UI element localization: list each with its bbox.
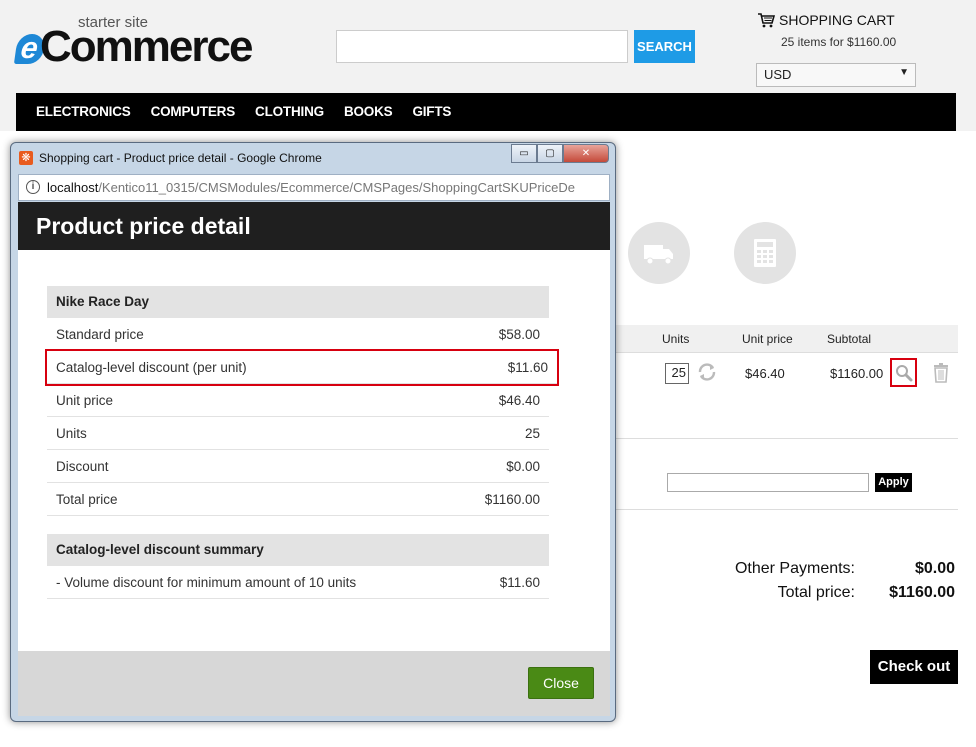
shopping-cart-link[interactable]: SHOPPING CART bbox=[757, 12, 895, 28]
price-row: Unit price $46.40 bbox=[47, 384, 549, 417]
dialog-title: Product price detail bbox=[36, 213, 251, 239]
summary-row: - Volume discount for minimum amount of … bbox=[47, 566, 549, 599]
row-label: Total price bbox=[56, 492, 118, 507]
minimize-button[interactable]: ▭ bbox=[511, 144, 537, 163]
price-row: Total price $1160.00 bbox=[47, 483, 549, 516]
nav-item-clothing[interactable]: CLOTHING bbox=[245, 93, 334, 131]
column-subtotal: Subtotal bbox=[827, 332, 872, 346]
cart-summary: 25 items for $1160.00 bbox=[781, 35, 897, 49]
logo-word: Commerce bbox=[40, 22, 253, 71]
row-value: $11.60 bbox=[499, 575, 540, 590]
coupon-area: Apply bbox=[612, 440, 958, 510]
row-value: $0.00 bbox=[506, 459, 540, 474]
cart-label: SHOPPING CART bbox=[779, 12, 895, 28]
dialog-footer: Close bbox=[18, 651, 610, 716]
nav-item-electronics[interactable]: ELECTRONICS bbox=[26, 93, 141, 131]
shipping-step-icon bbox=[628, 222, 690, 284]
subtotal-value: $1160.00 bbox=[830, 366, 884, 381]
dialog-header: Product price detail bbox=[18, 202, 610, 250]
row-value: $11.60 bbox=[507, 360, 548, 375]
discount-summary-title: Catalog-level discount summary bbox=[47, 534, 549, 566]
info-icon[interactable]: i bbox=[26, 180, 40, 194]
row-label: Unit price bbox=[56, 393, 114, 408]
app-icon: ❋ bbox=[19, 151, 33, 165]
column-unit-price: Unit price bbox=[742, 332, 793, 346]
window-close-button[interactable]: ✕ bbox=[563, 144, 609, 163]
coupon-code-input[interactable] bbox=[667, 473, 869, 492]
dropdown-arrow-icon: ▼ bbox=[899, 67, 909, 78]
price-row: Discount $0.00 bbox=[47, 450, 549, 483]
search-button[interactable]: SEARCH bbox=[634, 30, 695, 63]
cart-icon bbox=[757, 12, 775, 28]
currency-select[interactable]: USD ▼ bbox=[756, 63, 916, 87]
url-path: /Kentico11_0315/CMSModules/Ecommerce/CMS… bbox=[98, 180, 575, 195]
main-navigation: ELECTRONICS COMPUTERS CLOTHING BOOKS GIF… bbox=[16, 93, 956, 131]
site-header: starter site e Commerce SEARCH SHOPPING … bbox=[0, 0, 976, 131]
price-row: Units 25 bbox=[47, 417, 549, 450]
site-logo[interactable]: starter site e Commerce bbox=[13, 14, 286, 74]
checkout-button[interactable]: Check out bbox=[870, 650, 958, 684]
unit-price-value: $46.40 bbox=[745, 366, 785, 381]
price-row-highlighted: Catalog-level discount (per unit) $11.60 bbox=[45, 349, 559, 386]
nav-item-gifts[interactable]: GIFTS bbox=[402, 93, 461, 131]
apply-coupon-button[interactable]: Apply bbox=[875, 473, 912, 492]
magnifier-icon bbox=[896, 365, 913, 382]
row-label: - Volume discount for minimum amount of … bbox=[56, 575, 357, 590]
search-input[interactable] bbox=[336, 30, 628, 63]
price-detail-table: Nike Race Day Standard price $58.00 Cata… bbox=[45, 286, 559, 599]
units-input[interactable]: 25 bbox=[665, 363, 689, 384]
cart-item-row: 25 $46.40 $1160.00 bbox=[612, 353, 958, 439]
trash-icon[interactable] bbox=[932, 363, 950, 386]
other-payments-value: $0.00 bbox=[914, 560, 955, 577]
total-price-value: $1160.00 bbox=[889, 584, 955, 601]
row-label: Catalog-level discount (per unit) bbox=[56, 360, 247, 375]
row-label: Discount bbox=[56, 459, 109, 474]
price-detail-button[interactable] bbox=[890, 358, 917, 387]
row-label: Standard price bbox=[56, 327, 144, 342]
payment-step-icon bbox=[734, 222, 796, 284]
window-controls: ▭ ▢ ✕ bbox=[511, 144, 609, 163]
currency-value: USD bbox=[764, 67, 792, 82]
other-payments-label: Other Payments: bbox=[734, 560, 855, 577]
total-price-label: Total price: bbox=[777, 584, 855, 601]
row-label: Units bbox=[56, 426, 87, 441]
price-row: Standard price $58.00 bbox=[47, 318, 549, 351]
refresh-icon[interactable] bbox=[696, 361, 718, 386]
row-value: $58.00 bbox=[498, 327, 540, 342]
product-name: Nike Race Day bbox=[47, 286, 549, 318]
close-button[interactable]: Close bbox=[528, 667, 594, 699]
row-value: 25 bbox=[524, 426, 540, 441]
row-value: $46.40 bbox=[498, 393, 540, 408]
nav-item-books[interactable]: BOOKS bbox=[334, 93, 403, 131]
maximize-button[interactable]: ▢ bbox=[537, 144, 563, 163]
dialog-body: Product price detail Nike Race Day Stand… bbox=[18, 202, 610, 716]
url-text: localhost/Kentico11_0315/CMSModules/Ecom… bbox=[47, 180, 575, 195]
window-title: Shopping cart - Product price detail - G… bbox=[39, 151, 322, 165]
row-value: $1160.00 bbox=[484, 492, 540, 507]
url-host: localhost bbox=[47, 180, 99, 195]
nav-item-computers[interactable]: COMPUTERS bbox=[141, 93, 245, 131]
price-detail-window: ❋ Shopping cart - Product price detail -… bbox=[10, 142, 616, 722]
address-bar[interactable]: i localhost/Kentico11_0315/CMSModules/Ec… bbox=[18, 174, 610, 201]
cart-table-header: Units Unit price Subtotal bbox=[612, 325, 958, 353]
window-titlebar[interactable]: ❋ Shopping cart - Product price detail -… bbox=[11, 143, 615, 173]
column-units: Units bbox=[662, 332, 690, 346]
